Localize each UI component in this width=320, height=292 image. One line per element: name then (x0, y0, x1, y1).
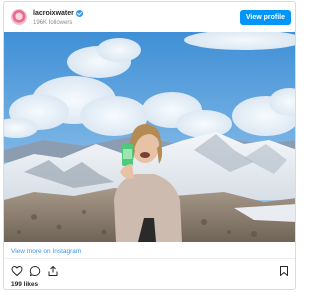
comment-icon[interactable] (29, 265, 41, 277)
bookmark-icon[interactable] (278, 265, 290, 277)
view-more-on-instagram-link[interactable]: View more on Instagram (11, 248, 81, 255)
username[interactable]: lacroixwater (33, 9, 74, 18)
share-icon[interactable] (47, 265, 59, 277)
post-photo-image (4, 32, 295, 242)
verified-badge-icon (75, 10, 83, 17)
like-count[interactable]: 199 likes (11, 281, 38, 288)
heart-icon[interactable] (11, 265, 23, 277)
profile-avatar[interactable] (11, 9, 27, 25)
account-info: lacroixwater 196K followers (33, 9, 83, 27)
account-name-row: lacroixwater (33, 9, 83, 18)
divider (4, 258, 295, 259)
post-header: lacroixwater 196K followers View profile (4, 2, 295, 32)
instagram-embed-card: lacroixwater 196K followers View profile (3, 1, 296, 290)
post-photo[interactable] (4, 32, 295, 242)
view-profile-button[interactable]: View profile (239, 10, 291, 25)
action-bar (4, 265, 295, 277)
follower-count: 196K followers (33, 20, 73, 26)
